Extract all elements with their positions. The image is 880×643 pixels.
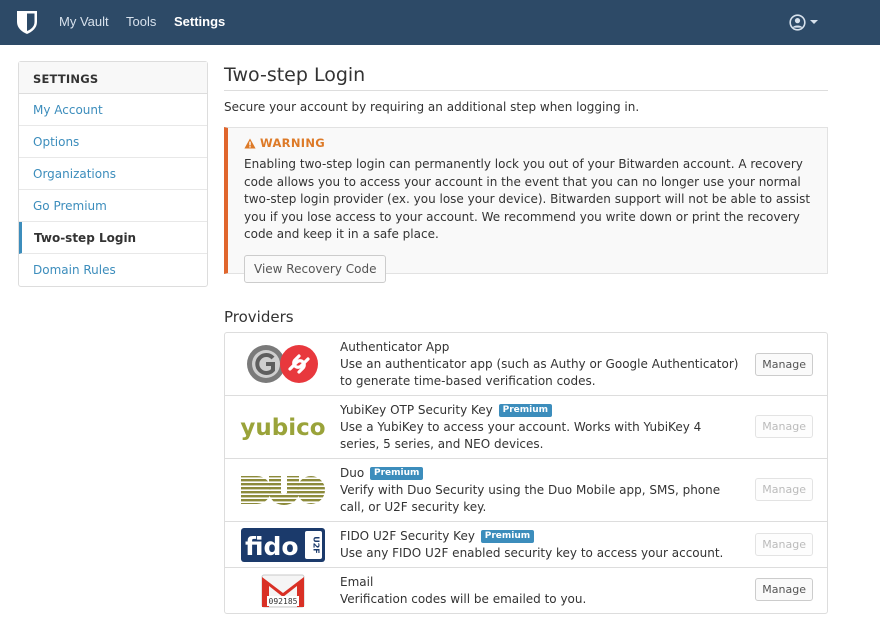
fido-logo: fido U2F (225, 522, 340, 567)
gmail-logo-code: 092185 (268, 597, 297, 606)
settings-sidebar: SETTINGS My Account Options Organization… (18, 61, 208, 287)
shield-icon[interactable] (16, 10, 38, 35)
provider-row-fido: fido U2F FIDO U2F Security Key Premium U… (225, 522, 827, 568)
provider-info: Email Verification codes will be emailed… (340, 574, 740, 608)
provider-info: YubiKey OTP Security Key Premium Use a Y… (340, 402, 740, 453)
authenticator-logo (225, 333, 340, 395)
top-navbar: My Vault Tools Settings (0, 0, 880, 45)
provider-info: Authenticator App Use an authenticator a… (340, 339, 740, 390)
duo-logo (225, 459, 340, 521)
nav-settings[interactable]: Settings (174, 14, 225, 29)
main-content: Two-step Login Secure your account by re… (224, 60, 828, 614)
provider-row-authenticator: Authenticator App Use an authenticator a… (225, 333, 827, 396)
provider-name-text: YubiKey OTP Security Key (340, 403, 493, 417)
nav-tools[interactable]: Tools (126, 14, 156, 29)
provider-desc: Verify with Duo Security using the Duo M… (340, 483, 721, 514)
provider-info: FIDO U2F Security Key Premium Use any FI… (340, 528, 740, 562)
sidebar-item-organizations[interactable]: Organizations (19, 158, 207, 190)
sidebar-title: SETTINGS (19, 62, 207, 94)
provider-desc: Verification codes will be emailed to yo… (340, 592, 587, 606)
page-title: Two-step Login (224, 60, 828, 91)
warning-title-text: WARNING (260, 136, 325, 150)
sidebar-item-two-step-login[interactable]: Two-step Login (19, 222, 207, 254)
provider-desc: Use any FIDO U2F enabled security key to… (340, 546, 724, 560)
svg-text:fido: fido (245, 532, 299, 561)
svg-text:yubico: yubico (240, 415, 325, 441)
warning-callout: WARNING Enabling two-step login can perm… (224, 127, 828, 283)
provider-name-text: Duo (340, 466, 365, 480)
premium-badge: Premium (370, 467, 424, 480)
provider-name-text: FIDO U2F Security Key (340, 529, 475, 543)
warning-triangle-icon (244, 138, 256, 148)
chevron-down-icon (810, 20, 818, 24)
user-circle-icon (789, 13, 806, 31)
provider-row-duo: Duo Premium Verify with Duo Security usi… (225, 459, 827, 522)
provider-name: Email (340, 575, 374, 589)
premium-badge: Premium (498, 404, 552, 417)
warning-body: Enabling two-step login can permanently … (244, 157, 811, 241)
user-menu[interactable] (789, 13, 818, 31)
warning-title: WARNING (244, 136, 813, 150)
provider-desc: Use a YubiKey to access your account. Wo… (340, 420, 702, 451)
provider-row-email: 092185 Email Verification codes will be … (225, 568, 827, 613)
provider-name: Authenticator App (340, 340, 450, 354)
sidebar-item-go-premium[interactable]: Go Premium (19, 190, 207, 222)
manage-duo-button[interactable]: Manage (755, 478, 813, 501)
yubico-logo: yubico (225, 396, 340, 458)
providers-list: Authenticator App Use an authenticator a… (224, 332, 828, 614)
provider-name: FIDO U2F Security Key Premium (340, 528, 740, 545)
sidebar-item-my-account[interactable]: My Account (19, 94, 207, 126)
gmail-logo: 092185 (225, 568, 340, 613)
page-subtitle: Secure your account by requiring an addi… (224, 100, 640, 114)
manage-authenticator-button[interactable]: Manage (755, 353, 813, 376)
sidebar-item-domain-rules[interactable]: Domain Rules (19, 254, 207, 286)
provider-info: Duo Premium Verify with Duo Security usi… (340, 465, 740, 516)
providers-heading: Providers (224, 308, 294, 326)
provider-name: Duo Premium (340, 465, 740, 482)
manage-yubikey-button[interactable]: Manage (755, 415, 813, 438)
sidebar-item-options[interactable]: Options (19, 126, 207, 158)
manage-email-button[interactable]: Manage (755, 578, 813, 601)
manage-fido-button[interactable]: Manage (755, 533, 813, 556)
view-recovery-code-button[interactable]: View Recovery Code (244, 254, 387, 283)
svg-text:U2F: U2F (311, 536, 320, 554)
provider-row-yubikey: yubico YubiKey OTP Security Key Premium … (225, 396, 827, 459)
provider-desc: Use an authenticator app (such as Authy … (340, 357, 739, 388)
nav-my-vault[interactable]: My Vault (59, 14, 109, 29)
premium-badge: Premium (480, 530, 535, 543)
provider-name: YubiKey OTP Security Key Premium (340, 402, 740, 419)
